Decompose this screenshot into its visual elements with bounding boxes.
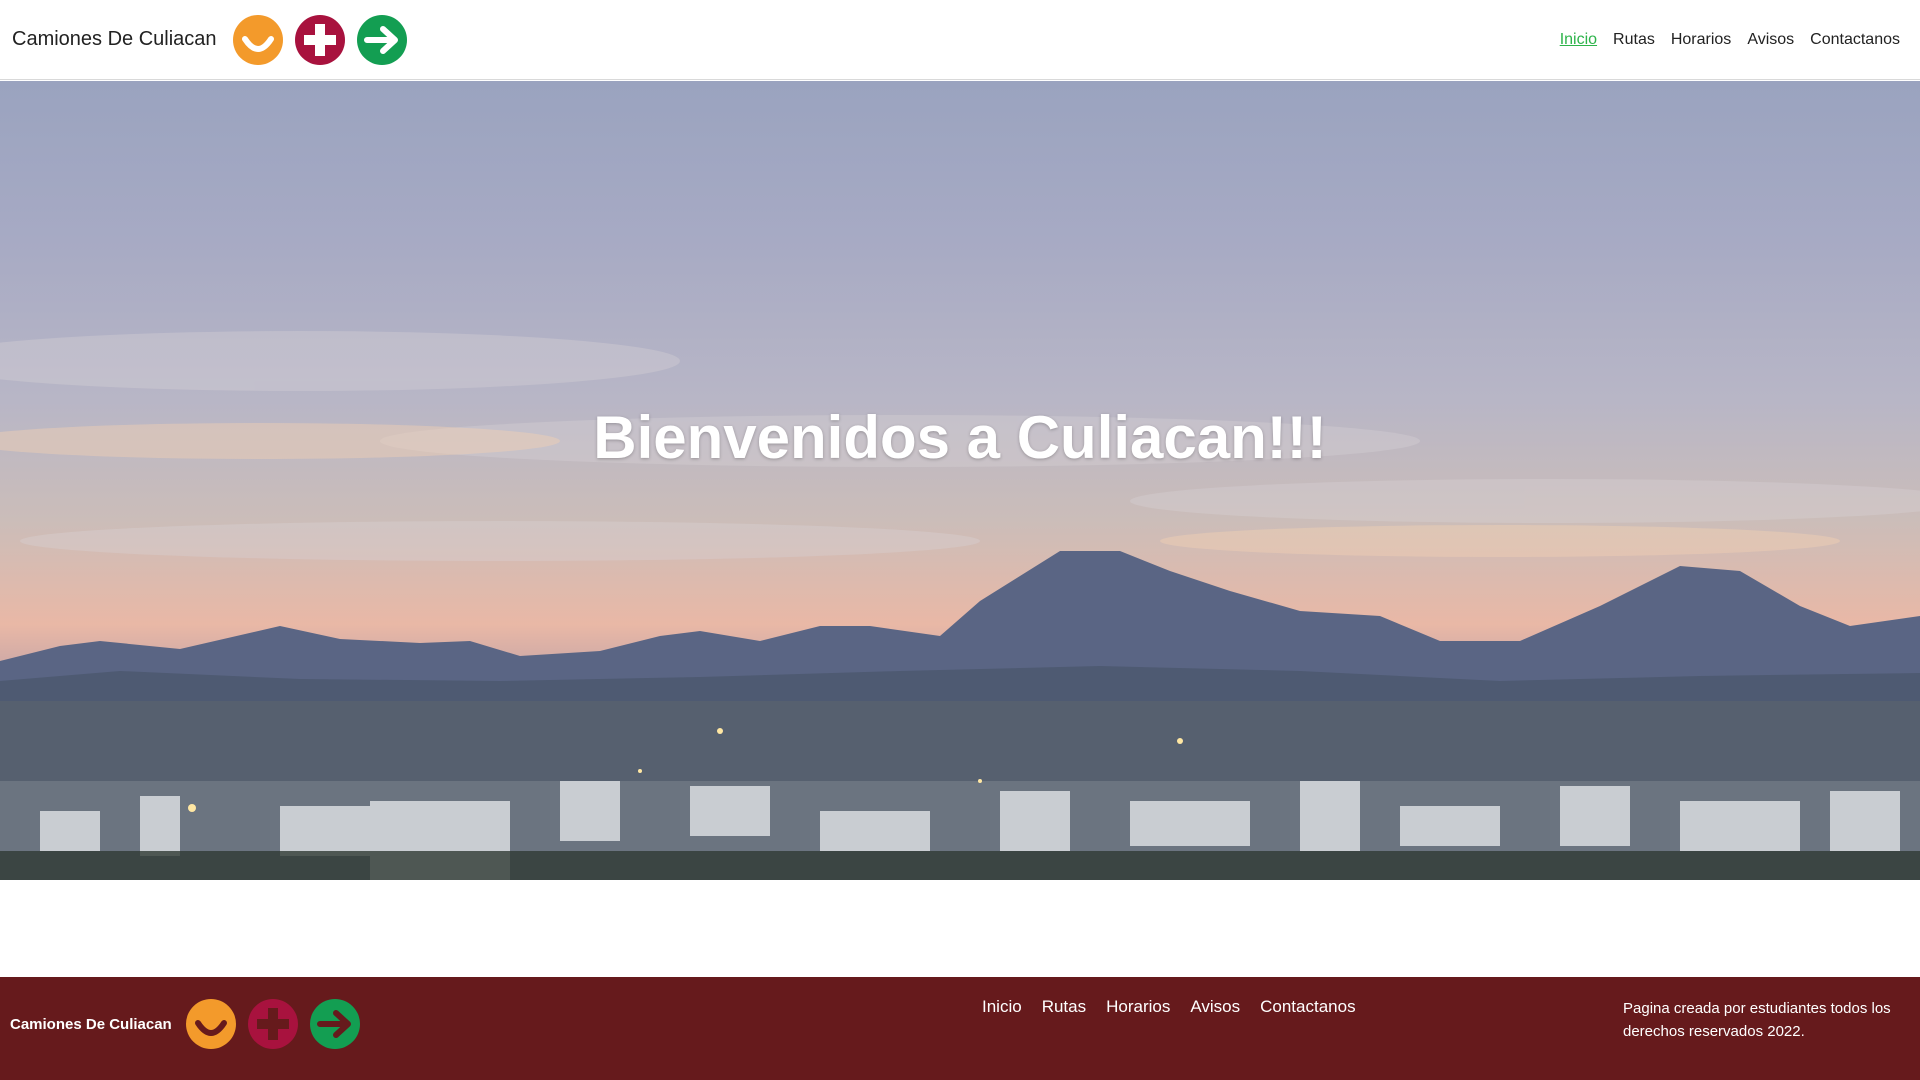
footer-nav: Inicio Rutas Horarios Avisos Contactanos (982, 997, 1356, 1017)
hero-title: Bienvenidos a Culiacan!!! (593, 404, 1327, 471)
site-header: Camiones De Culiacan Inicio Rutas Horari… (0, 0, 1920, 80)
plus-icon (294, 14, 345, 65)
nav-horarios[interactable]: Horarios (1671, 31, 1731, 49)
site-footer: Camiones De Culiacan Inicio Rutas Horari… (0, 977, 1920, 1080)
footer-copyright: Pagina creada por estudiantes todos los … (1623, 1000, 1891, 1040)
nav-rutas[interactable]: Rutas (1613, 31, 1655, 49)
footer-nav-rutas[interactable]: Rutas (1042, 997, 1086, 1017)
site-title[interactable]: Camiones De Culiacan (12, 28, 217, 51)
landscape-illustration (0, 331, 1920, 880)
nav-inicio[interactable]: Inicio (1560, 31, 1597, 49)
footer-nav-avisos[interactable]: Avisos (1190, 997, 1240, 1017)
main-nav: Inicio Rutas Horarios Avisos Contactanos (1560, 31, 1900, 49)
footer-nav-horarios[interactable]: Horarios (1106, 997, 1170, 1017)
logo (232, 14, 407, 65)
nav-avisos[interactable]: Avisos (1747, 31, 1794, 49)
footer-logo (185, 999, 360, 1049)
arrow-right-icon (356, 14, 407, 65)
smile-icon (232, 14, 283, 65)
footer-title: Camiones De Culiacan (10, 1015, 172, 1033)
footer-nav-inicio[interactable]: Inicio (982, 997, 1022, 1017)
hero-image: Bienvenidos a Culiacan!!! (0, 81, 1920, 880)
brand[interactable]: Camiones De Culiacan (12, 14, 407, 65)
nav-contactanos[interactable]: Contactanos (1810, 31, 1900, 49)
footer-brand: Camiones De Culiacan (10, 999, 360, 1049)
arrow-right-icon (309, 999, 360, 1049)
plus-icon (247, 999, 298, 1049)
smile-icon (185, 999, 236, 1049)
footer-nav-contactanos[interactable]: Contactanos (1260, 997, 1355, 1017)
